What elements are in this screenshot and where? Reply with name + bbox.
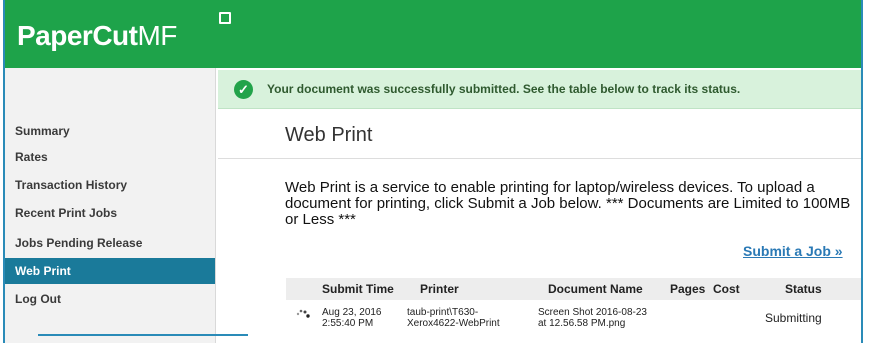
submit-time-cell: Aug 23, 2016 2:55:40 PM — [322, 307, 382, 329]
submit-clock-time: 2:55:40 PM — [322, 318, 374, 329]
submit-job-link[interactable]: Submit a Job » — [743, 243, 843, 259]
table-header-row: Submit Time Printer Document Name Pages … — [286, 278, 861, 300]
column-header-document-name: Document Name — [548, 282, 643, 296]
sidebar-item-recent-print-jobs[interactable]: Recent Print Jobs — [5, 200, 215, 226]
column-header-submit-time: Submit Time — [322, 282, 394, 296]
page-description: Web Print is a service to enable printin… — [285, 179, 851, 228]
logo-suffix-text: MF — [137, 20, 177, 51]
printer-name-line2: Xerox4622-WebPrint — [407, 318, 500, 329]
column-header-pages: Pages — [670, 282, 706, 296]
sidebar-item-summary[interactable]: Summary — [5, 118, 215, 144]
sidebar-nav: Summary Rates Transaction History Recent… — [5, 68, 216, 343]
alert-message: Your document was successfully submitted… — [267, 82, 741, 96]
title-divider — [218, 158, 861, 159]
printer-name-line1: taub-print\T630- — [407, 307, 479, 318]
papercut-logo: PaperCutMF — [17, 20, 177, 52]
app-window: PaperCutMF Summary Rates Transaction His… — [3, 0, 863, 343]
status-cell: Submitting — [765, 311, 822, 325]
column-header-status: Status — [785, 282, 822, 296]
document-name-cell: Screen Shot 2016-08-23 at 12.56.58 PM.pn… — [538, 307, 647, 329]
spinner-icon — [296, 309, 310, 318]
sidebar-item-transaction-history[interactable]: Transaction History — [5, 172, 215, 198]
sidebar-item-log-out[interactable]: Log Out — [5, 286, 215, 312]
column-header-printer: Printer — [420, 282, 459, 296]
submit-date: Aug 23, 2016 — [322, 307, 382, 318]
document-name-line2: at 12.56.58 PM.png — [538, 318, 626, 329]
sidebar-item-rates[interactable]: Rates — [5, 144, 215, 170]
sidebar-item-jobs-pending-release[interactable]: Jobs Pending Release — [5, 230, 215, 256]
success-alert: ✓ Your document was successfully submitt… — [218, 70, 861, 109]
check-circle-icon: ✓ — [234, 80, 253, 99]
printer-cell: taub-print\T630- Xerox4622-WebPrint — [407, 307, 500, 329]
logo-mark-icon — [219, 12, 231, 24]
header-bar: PaperCutMF — [5, 0, 861, 68]
sidebar-item-web-print[interactable]: Web Print — [5, 258, 215, 284]
sidebar-bottom-accent — [38, 334, 248, 336]
page-title: Web Print — [285, 124, 373, 146]
logo-main-text: PaperCut — [17, 20, 138, 51]
document-name-line1: Screen Shot 2016-08-23 — [538, 307, 647, 318]
column-header-cost: Cost — [713, 282, 740, 296]
